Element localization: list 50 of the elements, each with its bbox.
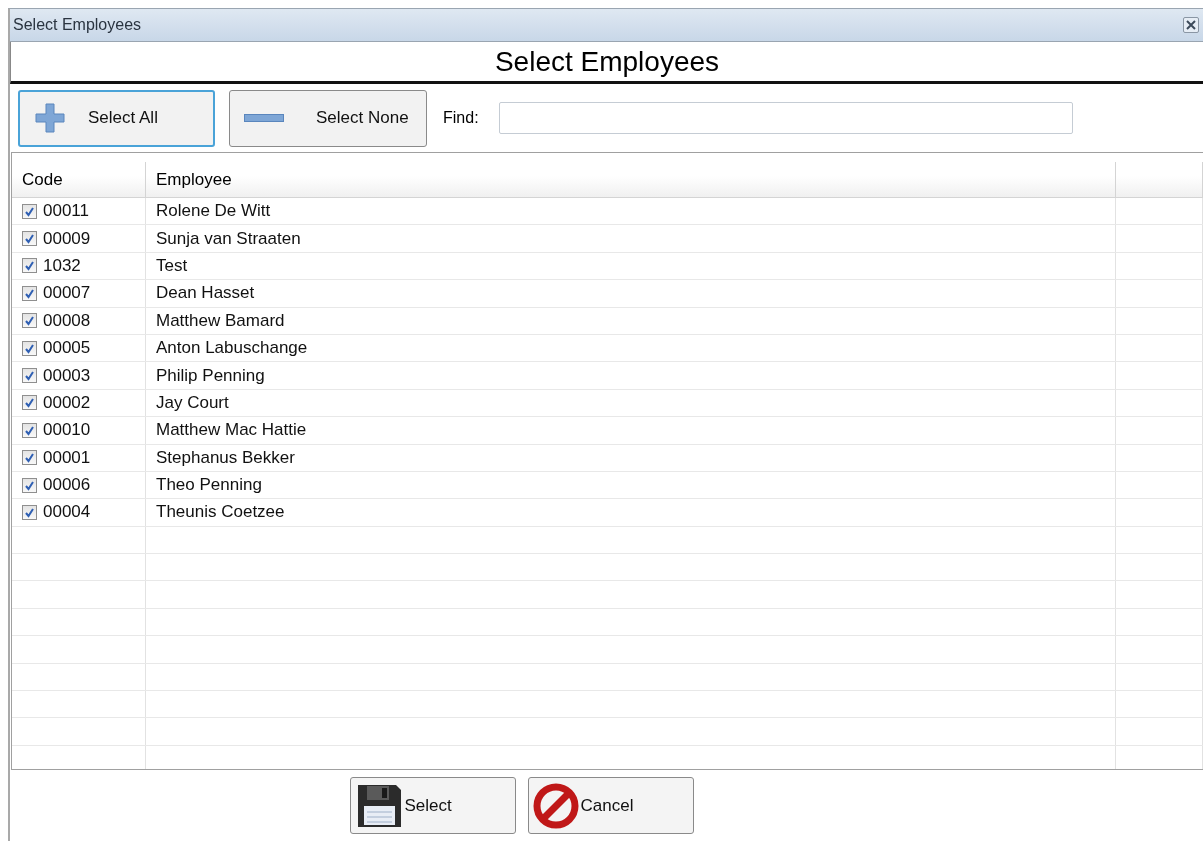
- checkbox[interactable]: [22, 477, 37, 493]
- find-field[interactable]: [498, 102, 1073, 134]
- code-text: 00011: [43, 201, 89, 222]
- code-text: 00006: [43, 475, 91, 496]
- employee-name: Anton Labuschange: [156, 338, 308, 359]
- checkbox[interactable]: [22, 395, 37, 411]
- checkbox[interactable]: [22, 422, 37, 438]
- employee-name: Matthew Bamard: [156, 310, 285, 331]
- find-label: Find:: [443, 109, 479, 127]
- employee-name: Theo Penning: [156, 475, 262, 496]
- checkbox[interactable]: [22, 231, 37, 247]
- prohibited-icon: [532, 782, 579, 829]
- code-text: 00009: [43, 228, 91, 249]
- code-text: 00007: [43, 283, 91, 304]
- employee-name: Test: [156, 255, 188, 276]
- code-text: 00001: [43, 447, 91, 468]
- employee-name: Matthew Mac Hattie: [156, 420, 307, 441]
- checkbox[interactable]: [22, 368, 37, 384]
- code-text: 00002: [43, 392, 91, 413]
- code-text: 1032: [43, 255, 81, 276]
- code-text: 00003: [43, 365, 91, 386]
- close-button[interactable]: [1183, 17, 1199, 33]
- code-text: 00005: [43, 338, 91, 359]
- window-title: Select Employees: [13, 16, 142, 34]
- employee-name: Stephanus Bekker: [156, 447, 295, 468]
- code-text: 00010: [43, 420, 91, 441]
- minus-icon: [244, 114, 284, 122]
- checkbox[interactable]: [22, 450, 37, 466]
- select-all-button[interactable]: Select All: [18, 89, 215, 147]
- checkbox[interactable]: [22, 258, 37, 274]
- plus-icon: [34, 102, 66, 134]
- dialog-heading: Select Employees: [494, 45, 720, 78]
- employee-name: Rolene De Witt: [156, 201, 271, 222]
- employee-name: Theunis Coetzee: [156, 502, 285, 523]
- select-button[interactable]: Select: [349, 777, 516, 834]
- cancel-button[interactable]: Cancel: [527, 777, 694, 834]
- employee-name: Jay Court: [156, 392, 229, 413]
- code-text: 00008: [43, 310, 91, 331]
- checkbox[interactable]: [22, 313, 37, 329]
- checkbox[interactable]: [22, 340, 37, 356]
- checkbox[interactable]: [22, 285, 37, 301]
- checkbox[interactable]: [22, 505, 37, 520]
- column-header[interactable]: Code: [12, 162, 146, 197]
- employee-name: Philip Penning: [156, 365, 265, 386]
- select-none-button[interactable]: Select None: [229, 89, 427, 147]
- employee-name: Sunja van Straaten: [156, 228, 301, 249]
- column-header[interactable]: Employee: [146, 162, 1116, 197]
- employee-name: Dean Hasset: [156, 283, 255, 304]
- code-text: 00004: [43, 502, 91, 523]
- checkbox[interactable]: [22, 203, 37, 219]
